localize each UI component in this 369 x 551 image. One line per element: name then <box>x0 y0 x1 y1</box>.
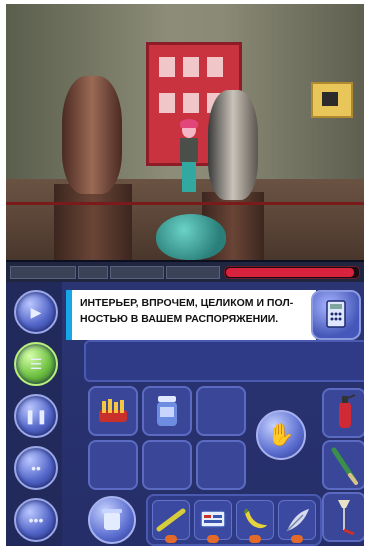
banana-icon <box>243 508 267 529</box>
inventory-slot[interactable] <box>88 440 138 490</box>
pause-button[interactable]: ❚❚ <box>14 394 58 438</box>
game-view[interactable] <box>6 4 364 260</box>
feather-icon <box>286 509 309 532</box>
tool-slot[interactable] <box>322 388 364 438</box>
checklist-icon: ☰ <box>29 355 43 372</box>
status-segment <box>166 266 220 279</box>
chat-button[interactable]: •• <box>14 446 58 490</box>
pause-icon: ❚❚ <box>24 407 48 424</box>
trash-icon <box>102 509 122 530</box>
item-count-badge <box>291 535 303 543</box>
status-segment <box>78 266 108 279</box>
inventory-slot[interactable] <box>196 386 246 436</box>
item-tray <box>146 494 322 546</box>
needs-meter-fill <box>226 268 354 277</box>
item-count-badge <box>207 535 219 543</box>
tool-slot[interactable] <box>322 440 364 490</box>
character-hair <box>180 119 198 128</box>
fire-extinguisher-icon <box>339 394 356 428</box>
pencil-icon <box>156 508 186 532</box>
caption-line-1: ИНТЕРЬЕР, ВПРОЧЕМ, ЦЕЛИКОМ И ПОЛ- <box>80 297 294 309</box>
left-vase[interactable] <box>62 76 122 194</box>
window-pane <box>183 93 199 113</box>
wall-picture[interactable] <box>311 82 353 118</box>
wall-picture-image <box>322 92 338 106</box>
more-icon: ••• <box>28 512 44 528</box>
barrier-rope <box>6 202 364 205</box>
tray-slot[interactable] <box>278 500 316 543</box>
game-frame: ▶ ☰ ❚❚ •• ••• ИНТЕРЬЕР, ВПРОЧЕМ, ЦЕЛИКОМ… <box>6 4 364 546</box>
character-torso <box>180 138 198 162</box>
more-button[interactable]: ••• <box>14 498 58 542</box>
teal-bowl[interactable] <box>156 214 226 260</box>
tray-slot[interactable] <box>236 500 274 543</box>
tag-icon <box>200 510 226 528</box>
touch-panel: ▶ ☰ ❚❚ •• ••• ИНТЕРЬЕР, ВПРОЧЕМ, ЦЕЛИКОМ… <box>6 282 364 546</box>
window-pane <box>207 57 223 77</box>
calculator-button[interactable] <box>311 290 361 340</box>
tray-slot[interactable] <box>152 500 190 543</box>
window-pane <box>159 93 175 113</box>
item-count-badge <box>165 535 177 543</box>
checklist-button[interactable]: ☰ <box>14 342 58 386</box>
jar-icon <box>157 396 177 426</box>
fries-icon <box>99 399 127 422</box>
tool-slot[interactable] <box>322 492 364 542</box>
status-segment <box>10 266 76 279</box>
info-panel <box>84 340 364 382</box>
trash-button[interactable] <box>88 496 136 544</box>
inventory-slot[interactable] <box>196 440 246 490</box>
play-button[interactable]: ▶ <box>14 290 58 334</box>
inventory-slot[interactable] <box>142 440 192 490</box>
inventory-slot[interactable] <box>88 386 138 436</box>
side-menu: ▶ ☰ ❚❚ •• ••• <box>6 282 62 546</box>
window-pane <box>159 57 175 77</box>
needs-meter <box>224 266 360 279</box>
item-count-badge <box>249 535 261 543</box>
window-pane <box>183 57 199 77</box>
hand-icon: ✋ <box>267 422 295 447</box>
tray-slot[interactable] <box>194 500 232 543</box>
status-segment <box>110 266 164 279</box>
brush-icon <box>331 447 358 485</box>
lamp-icon <box>338 500 355 536</box>
inventory-slot[interactable] <box>142 386 192 436</box>
grab-button[interactable]: ✋ <box>256 410 306 460</box>
character-legs <box>182 162 196 192</box>
caption-line-2: НОСТЬЮ В ВАШЕМ РАСПОРЯЖЕНИИ. <box>80 313 279 325</box>
calculator-icon <box>326 300 346 328</box>
play-icon: ▶ <box>30 303 42 320</box>
chat-icon: •• <box>31 460 41 476</box>
status-bar <box>6 260 364 282</box>
right-vase[interactable] <box>208 90 258 200</box>
magazine-caption: ИНТЕРЬЕР, ВПРОЧЕМ, ЦЕЛИКОМ И ПОЛ- НОСТЬЮ… <box>66 290 316 340</box>
left-pedestal <box>54 184 132 260</box>
sim-character[interactable] <box>178 119 200 192</box>
